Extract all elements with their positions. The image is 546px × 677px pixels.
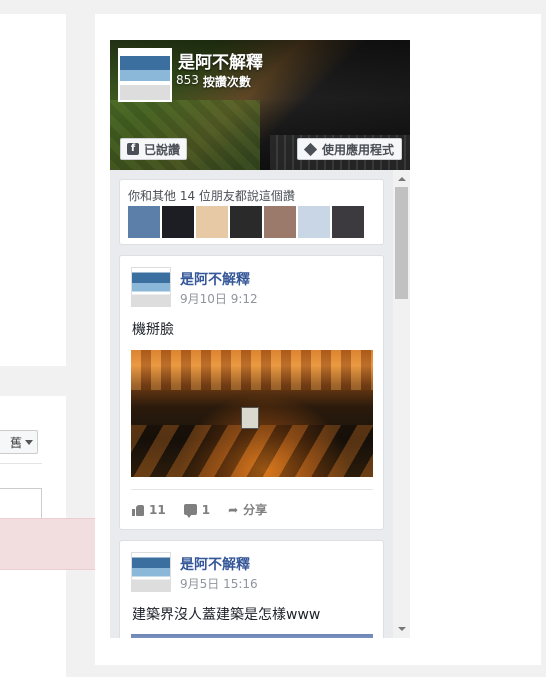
scroll-up-button[interactable] — [393, 172, 410, 186]
friends-like-text: 你和其他 14 位朋友都說這個讚 — [128, 189, 295, 203]
comment-action[interactable]: 1 — [183, 501, 211, 518]
like-count: 11 — [149, 502, 166, 517]
friends-like-card: 你和其他 14 位朋友都說這個讚 — [119, 179, 384, 245]
chevron-up-icon — [397, 177, 406, 181]
plugin-feed[interactable]: 你和其他 14 位朋友都說這個讚 是阿不解釋 9月10日 9:12 機掰臉 11 — [110, 170, 410, 638]
liked-button[interactable]: f 已說讚 — [120, 138, 188, 160]
chevron-down-icon — [25, 439, 33, 445]
use-app-button[interactable]: 使用應用程式 — [296, 138, 402, 160]
friend-avatar[interactable] — [196, 206, 228, 238]
post-text: 機掰臉 — [132, 322, 174, 338]
divider — [0, 463, 42, 464]
share-label: 分享 — [243, 503, 268, 517]
page-name[interactable]: 是阿不解釋 — [178, 48, 263, 73]
app-cube-icon — [303, 142, 318, 156]
share-arrow-icon: ➦ — [228, 502, 239, 517]
post-actions: 11 1 ➦ 分享 — [132, 501, 267, 518]
friend-avatar[interactable] — [298, 206, 330, 238]
scroll-down-button[interactable] — [393, 622, 410, 636]
page-profile-picture[interactable] — [118, 48, 172, 102]
friend-avatar[interactable] — [332, 206, 364, 238]
post-timestamp[interactable]: 9月5日 15:16 — [180, 575, 258, 592]
divider — [131, 489, 373, 490]
like-action[interactable]: 11 — [132, 501, 166, 518]
sort-dropdown[interactable]: 舊 — [0, 430, 38, 454]
like-count-number: 853 — [176, 73, 199, 87]
scrollbar-thumb[interactable] — [395, 187, 408, 299]
post-avatar[interactable] — [131, 267, 171, 307]
page-like-count: 853 按讚次數 — [176, 73, 251, 90]
like-count-label: 按讚次數 — [202, 75, 251, 89]
post-card: 是阿不解釋 9月5日 15:16 建築界沒人蓋建築是怎樣www — [119, 540, 384, 638]
comment-count: 1 — [201, 502, 211, 517]
facebook-page-plugin: 是阿不解釋 853 按讚次數 f 已說讚 使用應用程式 你和其他 14 位朋友都… — [110, 40, 410, 638]
friend-avatar[interactable] — [230, 206, 262, 238]
cover-photo[interactable]: 是阿不解釋 853 按讚次數 f 已說讚 使用應用程式 — [110, 40, 410, 170]
facebook-icon: f — [127, 143, 139, 155]
post-image[interactable] — [131, 350, 373, 477]
friend-avatar[interactable] — [128, 206, 160, 238]
post-text: 建築界沒人蓋建築是怎樣www — [132, 607, 321, 623]
chevron-down-icon — [397, 627, 406, 631]
post-author[interactable]: 是阿不解釋 — [180, 554, 250, 574]
scrollbar[interactable] — [393, 170, 410, 638]
post-card: 是阿不解釋 9月10日 9:12 機掰臉 11 1 ➦ 分享 — [119, 255, 384, 530]
friend-avatar[interactable] — [264, 206, 296, 238]
post-image[interactable] — [131, 634, 373, 638]
share-action[interactable]: ➦ 分享 — [228, 501, 267, 518]
thumbs-up-icon — [132, 504, 144, 516]
friend-avatars — [128, 206, 364, 238]
left-card-top — [0, 14, 66, 366]
comment-bubble-icon — [183, 504, 197, 518]
post-avatar[interactable] — [131, 552, 171, 592]
sort-label: 舊 — [9, 435, 22, 450]
post-timestamp[interactable]: 9月10日 9:12 — [180, 290, 258, 307]
friend-avatar[interactable] — [162, 206, 194, 238]
post-author[interactable]: 是阿不解釋 — [180, 269, 250, 289]
use-app-button-label: 使用應用程式 — [321, 142, 394, 157]
liked-button-label: 已說讚 — [144, 142, 181, 157]
